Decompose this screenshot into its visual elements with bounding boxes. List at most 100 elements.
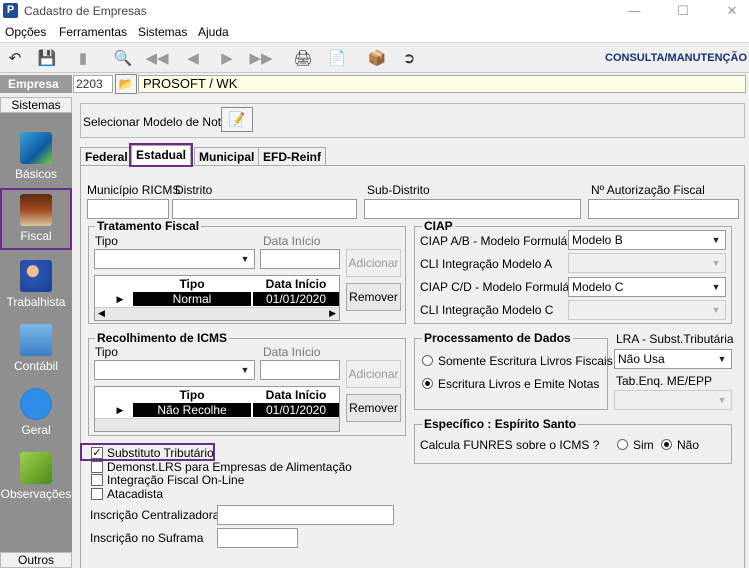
lra-label: LRA - Subst.Tributária: [616, 332, 734, 346]
empresa-code-field[interactable]: 2203: [73, 75, 113, 93]
last-record-icon[interactable]: ▶▶: [249, 47, 272, 69]
sidebar-item-geral[interactable]: Geral: [0, 384, 72, 446]
recolhimento-adicionar-button[interactable]: Adicionar: [346, 360, 401, 388]
maximize-icon[interactable]: ☐: [673, 2, 693, 20]
tab-municipal[interactable]: Municipal: [194, 147, 260, 165]
save-icon[interactable]: 💾: [36, 47, 58, 69]
sidebar-item-contabil[interactable]: Contábil: [0, 320, 72, 382]
substituto-checkbox[interactable]: ✓: [91, 447, 103, 459]
sidebar-footer-outros[interactable]: Outros: [0, 552, 72, 568]
row-pointer-icon: ▶: [116, 405, 124, 415]
chevron-down-icon: ▼: [717, 395, 727, 405]
minimize-icon[interactable]: —: [624, 2, 644, 20]
integracao-label[interactable]: Integração Fiscal On-Line: [107, 473, 244, 487]
sidebar-item-trabalhista[interactable]: Trabalhista: [0, 256, 72, 318]
table-row-date[interactable]: 01/01/2020: [253, 403, 339, 417]
tratamento-tipo-select[interactable]: ▼: [94, 249, 255, 269]
municipio-ricms-label: Município RICMS: [87, 183, 181, 197]
ciap-cd-select[interactable]: Modelo C ▼: [568, 277, 726, 297]
select-modelo-button[interactable]: 📝: [221, 107, 253, 132]
scroll-right-icon[interactable]: ▶: [329, 308, 336, 319]
sidebar-header[interactable]: Sistemas: [0, 97, 72, 113]
funres-nao-label[interactable]: Não: [677, 438, 699, 452]
autorizacao-field[interactable]: [588, 199, 739, 219]
report-icon[interactable]: 📄: [326, 47, 348, 69]
close-icon[interactable]: ✕: [722, 2, 742, 20]
tratamento-adicionar-button[interactable]: Adicionar: [346, 249, 401, 277]
mode-label: CONSULTA/MANUTENÇÃO: [605, 52, 747, 64]
tab-efd-reinf[interactable]: EFD-Reinf: [258, 147, 326, 165]
tab-enq-select[interactable]: ▼: [614, 390, 732, 410]
processamento-opt1-radio[interactable]: [422, 355, 433, 366]
sidebar-item-fiscal[interactable]: Fiscal: [0, 188, 72, 250]
sidebar-item-basicos[interactable]: Básicos: [0, 128, 72, 190]
municipio-ricms-field[interactable]: [87, 199, 169, 219]
open-folder-button[interactable]: 📂: [115, 74, 137, 94]
cli-a-select[interactable]: ▼: [568, 253, 726, 273]
empresa-name-field: PROSOFT / WK: [138, 75, 746, 93]
processamento-opt2-label[interactable]: Escritura Livros e Emite Notas: [438, 377, 599, 391]
table-row-date[interactable]: 01/01/2020: [253, 292, 339, 306]
first-record-icon[interactable]: ◀◀: [145, 47, 168, 69]
demonst-checkbox[interactable]: [91, 461, 103, 473]
recolhimento-tipo-select[interactable]: ▼: [94, 360, 255, 380]
sidebar-item-label: Observações: [0, 487, 72, 501]
recolhimento-remover-button[interactable]: Remover: [346, 394, 401, 422]
tab-estadual[interactable]: Estadual: [128, 143, 194, 167]
sidebar-item-label: Fiscal: [20, 229, 52, 243]
scroll-left-icon[interactable]: ◀: [98, 308, 105, 319]
bookmark-icon[interactable]: ▮: [72, 47, 94, 69]
exit-icon[interactable]: ➲: [398, 47, 420, 69]
previous-record-icon[interactable]: ◀: [182, 47, 204, 69]
atacadista-label[interactable]: Atacadista: [107, 487, 163, 501]
funres-question: Calcula FUNRES sobre o ICMS ?: [420, 438, 600, 452]
tratamento-remover-button[interactable]: Remover: [346, 283, 401, 311]
menu-ferramentas[interactable]: Ferramentas: [59, 25, 127, 39]
cli-c-select[interactable]: ▼: [568, 300, 726, 320]
tratamento-fiscal-title: Tratamento Fiscal: [95, 219, 202, 233]
horizontal-scrollbar[interactable]: ◀ ▶: [95, 307, 339, 320]
funres-sim-radio[interactable]: [617, 439, 628, 450]
recolhimento-data-field[interactable]: [260, 360, 340, 380]
table-row[interactable]: Não Recolhe: [133, 403, 251, 417]
undo-icon[interactable]: ↶: [4, 47, 26, 69]
atacadista-checkbox[interactable]: [91, 488, 103, 500]
processamento-opt1-label[interactable]: Somente Escritura Livros Fiscais: [438, 354, 613, 368]
ciap-ab-select[interactable]: Modelo B ▼: [568, 230, 726, 250]
next-record-icon[interactable]: ▶: [216, 47, 238, 69]
row-pointer-icon: ▶: [116, 294, 124, 304]
print-icon[interactable]: 🖨: [292, 47, 314, 69]
distrito-label: Distrito: [175, 183, 213, 197]
lra-select[interactable]: Não Usa ▼: [614, 349, 732, 369]
grid-header-tipo: Tipo: [179, 388, 205, 402]
window-title: Cadastro de Empresas: [24, 4, 147, 18]
processamento-title: Processamento de Dados: [422, 331, 573, 345]
tab-federal[interactable]: Federal: [80, 147, 133, 165]
substituto-label[interactable]: Substituto Tributário: [107, 446, 214, 460]
processamento-opt2-radio[interactable]: [422, 378, 433, 389]
table-row[interactable]: Normal: [133, 292, 251, 306]
inscricao-central-field[interactable]: [217, 505, 394, 525]
ciap-ab-value: Modelo B: [572, 233, 623, 247]
lra-value: Não Usa: [618, 352, 665, 366]
tratamento-tipo-label: Tipo: [95, 234, 118, 248]
tratamento-data-field[interactable]: [260, 249, 340, 269]
preview-icon[interactable]: 🔍: [112, 47, 134, 69]
chevron-down-icon: ▼: [711, 235, 721, 245]
sidebar-item-observacoes[interactable]: Observações: [0, 448, 72, 510]
inscricao-suframa-field[interactable]: [217, 528, 298, 548]
tab-enq-label: Tab.Enq. ME/EPP: [616, 374, 713, 388]
export-icon[interactable]: 📦: [366, 47, 388, 69]
recolhimento-grid: Tipo Data Início ▶ Não Recolhe 01/01/202…: [94, 386, 340, 432]
integracao-checkbox[interactable]: [91, 474, 103, 486]
menu-ajuda[interactable]: Ajuda: [198, 25, 229, 39]
inscricao-central-label: Inscrição Centralizadora: [90, 508, 220, 522]
funres-sim-label[interactable]: Sim: [633, 438, 654, 452]
sub-distrito-field[interactable]: [364, 199, 581, 219]
distrito-field[interactable]: [172, 199, 357, 219]
menu-sistemas[interactable]: Sistemas: [138, 25, 187, 39]
menu-opcoes[interactable]: Opções: [5, 25, 46, 39]
funres-nao-radio[interactable]: [661, 439, 672, 450]
demonst-label[interactable]: Demonst.LRS para Empresas de Alimentação: [107, 460, 352, 474]
calculator-icon: [20, 324, 52, 356]
